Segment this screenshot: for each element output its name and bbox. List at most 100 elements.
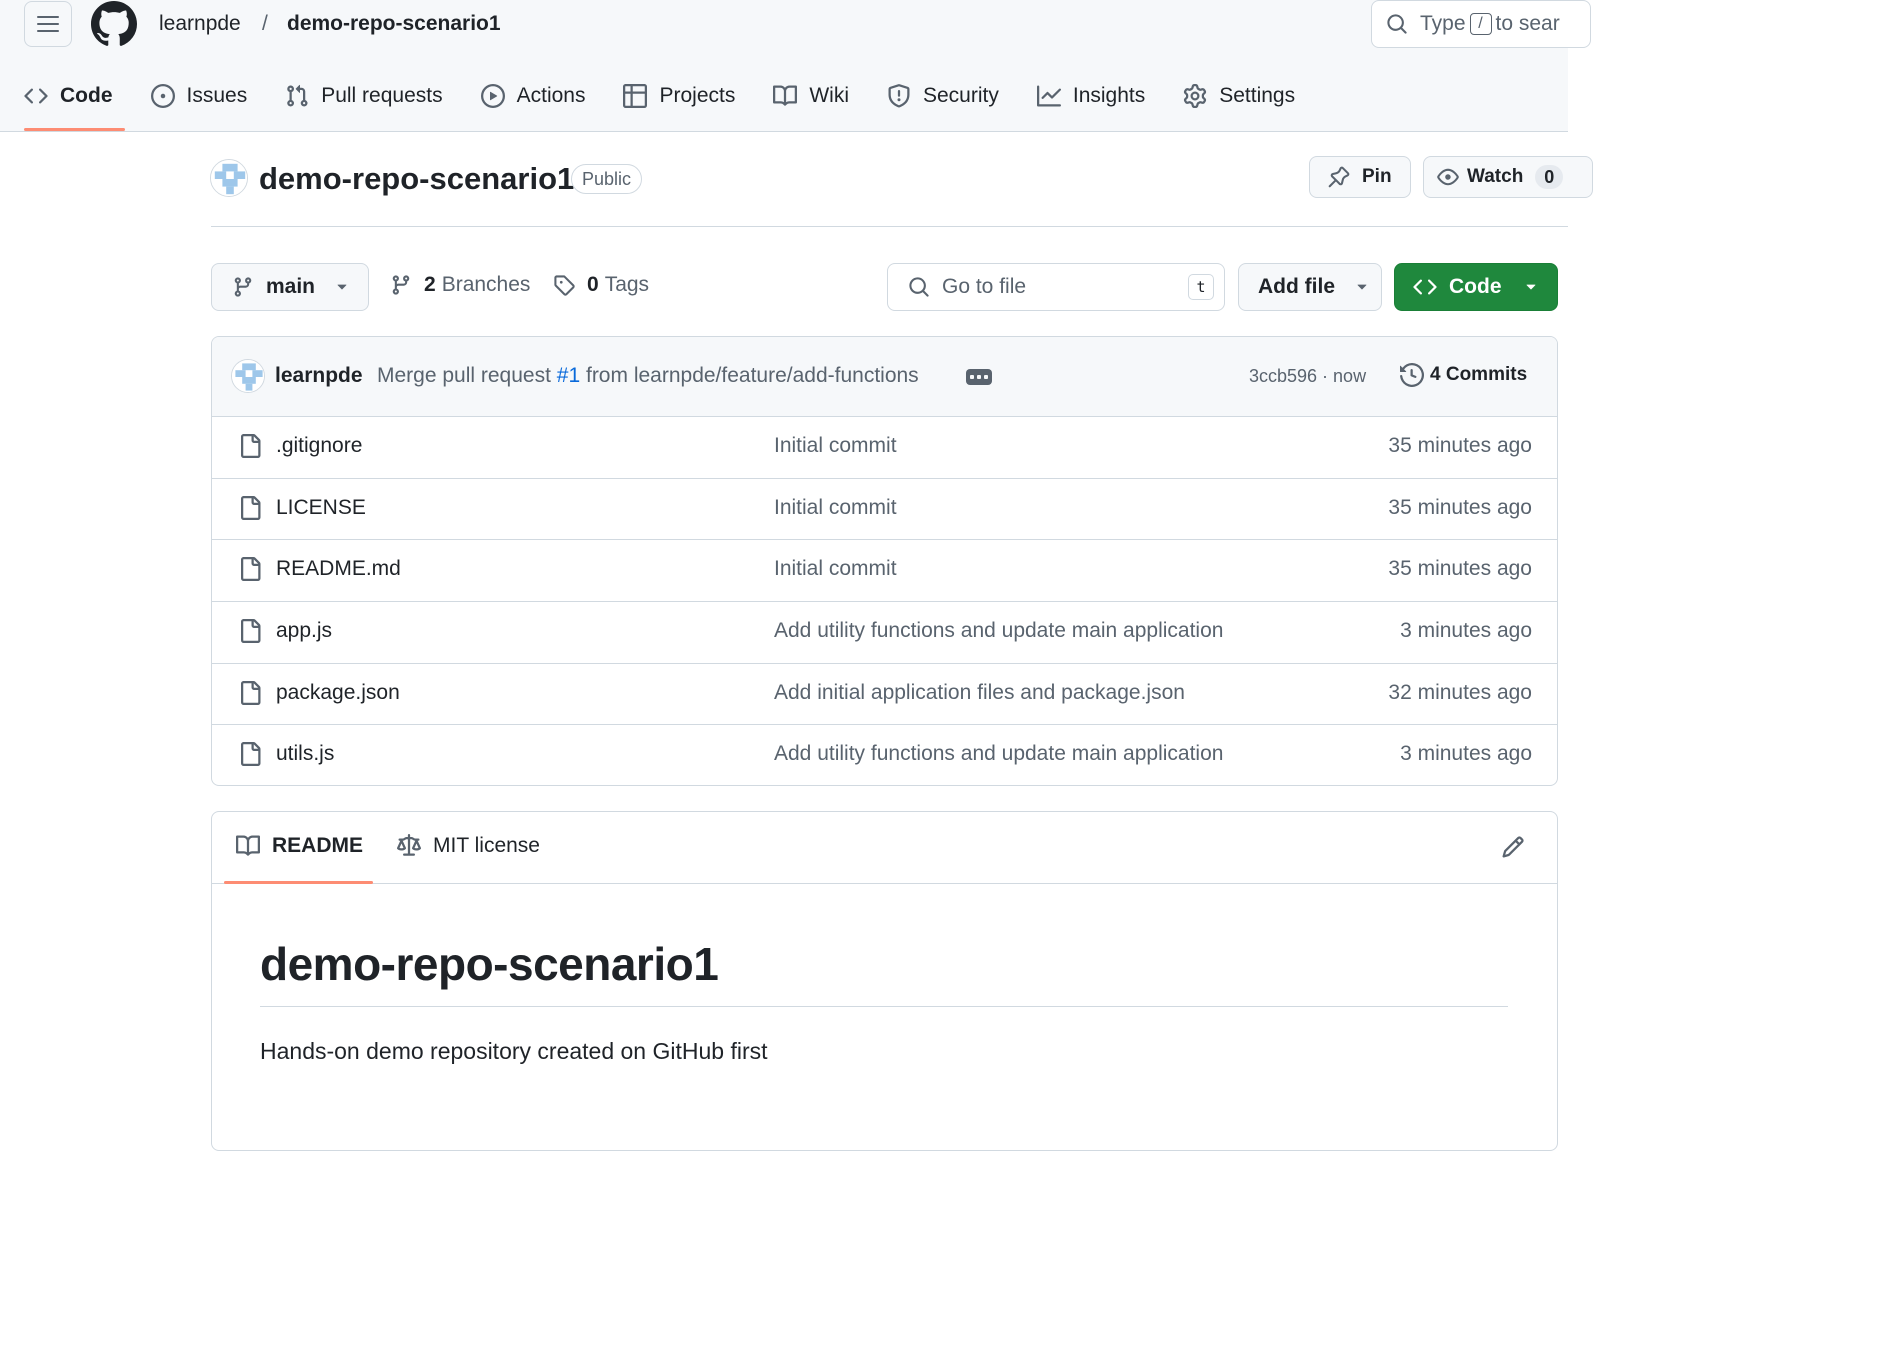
app-header: learnpde / demo-repo-scenario1 Type / to…: [0, 0, 1591, 132]
readme-heading: demo-repo-scenario1: [260, 938, 719, 990]
file-commit-time: 35 minutes ago: [1388, 495, 1532, 519]
branches-link[interactable]: 2 Branches: [390, 273, 530, 297]
file-name-link[interactable]: app.js: [276, 619, 332, 643]
triangle-down-icon: [337, 284, 347, 290]
go-to-file-input[interactable]: Go to file t: [887, 263, 1225, 311]
tab-license[interactable]: MIT license: [397, 834, 540, 858]
file-icon: [241, 742, 261, 767]
search-icon: [909, 277, 929, 297]
edit-readme-button[interactable]: [1501, 835, 1525, 859]
file-row[interactable]: package.json Add initial application file…: [212, 664, 1557, 726]
github-logo-icon[interactable]: [91, 1, 137, 47]
expand-commit-message-button[interactable]: [966, 369, 992, 385]
owner-avatar[interactable]: [210, 159, 248, 197]
hamburger-menu-button[interactable]: [24, 1, 72, 47]
tab-wiki[interactable]: Wiki: [773, 70, 849, 122]
commit-message-prefix: Merge pull request: [377, 364, 551, 387]
file-name-link[interactable]: utils.js: [276, 742, 334, 766]
readme-description: Hands-on demo repository created on GitH…: [260, 1038, 768, 1064]
go-to-file-placeholder: Go to file: [942, 275, 1027, 298]
code-icon: [24, 88, 48, 104]
commit-author-link[interactable]: learnpde: [275, 364, 363, 388]
file-commit-message-link[interactable]: Initial commit: [774, 496, 897, 520]
add-file-label: Add file: [1258, 275, 1335, 298]
commits-history-link[interactable]: 4 Commits: [1400, 363, 1527, 387]
code-dropdown-button[interactable]: Code: [1394, 263, 1558, 311]
tab-settings[interactable]: Settings: [1183, 70, 1295, 122]
search-shortcut-key: /: [1469, 13, 1492, 35]
file-name-link[interactable]: .gitignore: [276, 434, 362, 458]
tab-readme[interactable]: README: [236, 834, 363, 858]
breadcrumb-repo-link[interactable]: demo-repo-scenario1: [287, 10, 501, 38]
repo-title[interactable]: demo-repo-scenario1: [259, 160, 574, 198]
breadcrumb-owner-link[interactable]: learnpde: [159, 10, 241, 38]
tab-insights[interactable]: Insights: [1036, 70, 1146, 122]
tab-insights-label: Insights: [1072, 84, 1146, 107]
file-row[interactable]: LICENSE Initial commit 35 minutes ago: [212, 479, 1557, 541]
tab-projects[interactable]: Projects: [623, 70, 735, 122]
tab-issues[interactable]: Issues: [150, 70, 247, 122]
tab-projects-label: Projects: [659, 84, 736, 107]
pull-request-link[interactable]: #1: [557, 364, 580, 387]
commits-count-label: 4 Commits: [1430, 364, 1528, 385]
file-commit-message-link[interactable]: Add utility functions and update main ap…: [774, 742, 1223, 766]
file-row[interactable]: README.md Initial commit 35 minutes ago: [212, 540, 1557, 603]
triangle-down-icon: [1357, 284, 1367, 290]
tags-link[interactable]: 0 Tags: [553, 273, 649, 297]
tab-security-label: Security: [923, 84, 999, 107]
branch-select-button[interactable]: main: [211, 263, 369, 311]
file-row[interactable]: app.js Add utility functions and update m…: [212, 602, 1557, 664]
tab-actions-label: Actions: [516, 84, 586, 107]
file-commit-message-link[interactable]: Add initial application files and packag…: [774, 681, 1185, 705]
commit-author-avatar[interactable]: [231, 359, 265, 393]
triangle-down-icon: [1526, 284, 1535, 290]
tab-pull-requests-label: Pull requests: [321, 84, 443, 107]
pin-icon: [1328, 166, 1350, 188]
book-icon: [773, 85, 798, 106]
title-divider: [211, 226, 1568, 227]
file-commit-time: 3 minutes ago: [1400, 619, 1532, 643]
search-placeholder-prefix: Type: [1420, 12, 1466, 35]
file-commit-message-link[interactable]: Initial commit: [774, 434, 897, 458]
repo-nav: Code Issues Pull requests Actions Projec…: [24, 70, 1333, 132]
pin-button[interactable]: Pin: [1309, 156, 1411, 198]
shield-icon: [888, 84, 910, 108]
breadcrumb-separator: /: [262, 12, 268, 35]
tab-wiki-label: Wiki: [809, 84, 849, 107]
add-file-button[interactable]: Add file: [1238, 263, 1382, 311]
file-name-link[interactable]: LICENSE: [276, 496, 366, 520]
tag-icon: [554, 275, 575, 296]
file-row[interactable]: .gitignore Initial commit 35 minutes ago: [212, 417, 1557, 479]
search-icon: [1387, 14, 1407, 34]
file-icon: [241, 495, 261, 520]
file-commit-message-link[interactable]: Add utility functions and update main ap…: [774, 619, 1223, 643]
readme-heading-divider: [260, 1006, 1508, 1007]
readme-panel: README MIT license demo-repo-scenario1 H…: [211, 811, 1558, 1151]
commit-message[interactable]: Merge pull request #1 from learnpde/feat…: [377, 364, 919, 388]
eye-icon: [1437, 168, 1459, 186]
watch-button[interactable]: Watch 0: [1423, 156, 1593, 198]
tab-pull-requests[interactable]: Pull requests: [285, 70, 443, 122]
git-branch-icon: [234, 277, 252, 297]
git-branch-icon: [392, 275, 410, 295]
file-name-link[interactable]: README.md: [276, 557, 401, 581]
tab-security[interactable]: Security: [887, 70, 999, 122]
file-icon: [241, 619, 261, 644]
tab-code-label: Code: [60, 84, 113, 107]
law-icon: [397, 834, 421, 856]
tab-license-label: MIT license: [433, 834, 540, 857]
graph-icon: [1036, 85, 1061, 107]
commit-sha-time[interactable]: 3ccb596 · now: [1249, 366, 1366, 387]
file-commit-time: 3 minutes ago: [1400, 742, 1532, 766]
active-tab-underline: [224, 881, 373, 884]
file-commit-time: 32 minutes ago: [1388, 680, 1532, 704]
global-search-input[interactable]: Type / to sear: [1371, 0, 1591, 48]
file-commit-message-link[interactable]: Initial commit: [774, 557, 897, 581]
tab-code[interactable]: Code: [24, 70, 124, 131]
file-name-link[interactable]: package.json: [276, 681, 400, 705]
commit-message-suffix: from learnpde/feature/add-functions: [585, 364, 919, 387]
file-row[interactable]: utils.js Add utility functions and update…: [212, 725, 1557, 785]
gear-icon: [1184, 84, 1207, 108]
file-table: learnpde Merge pull request #1 from lear…: [211, 336, 1558, 786]
tab-actions[interactable]: Actions: [480, 70, 586, 122]
